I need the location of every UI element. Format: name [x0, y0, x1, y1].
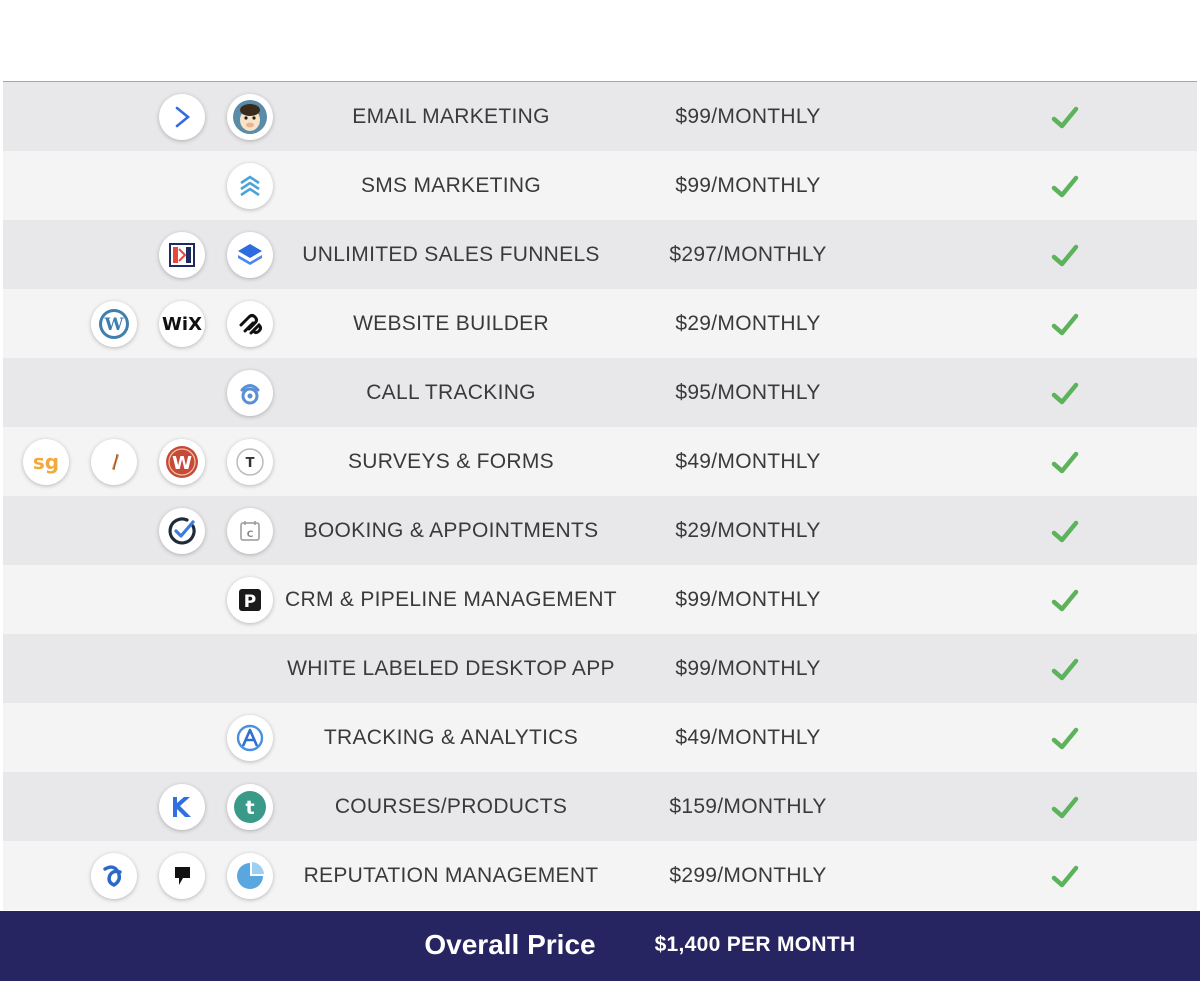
row-icons: [3, 220, 283, 289]
check-icon: [1051, 658, 1079, 681]
layers-icon: [227, 232, 273, 278]
check-icon: [1051, 382, 1079, 405]
feature-price: $49/MONTHLY: [675, 449, 821, 473]
activecampaign-icon: [159, 94, 205, 140]
teachable-icon: t: [227, 784, 273, 830]
table-row: C BOOKING & APPOINTMENTS $29/MONTHLY: [3, 496, 1197, 565]
table-row: SMS MARKETING $99/MONTHLY: [3, 151, 1197, 220]
table-row: W WiX WEBSITE BUILDER $29/MONTHLY: [3, 289, 1197, 358]
feature-price: $99/MONTHLY: [675, 587, 821, 611]
table-row: TRACKING & ANALYTICS $49/MONTHLY: [3, 703, 1197, 772]
overall-price-label: Overall Price: [424, 929, 596, 960]
analytics-icon: [227, 715, 273, 761]
call-tracking-icon: [227, 370, 273, 416]
wufoo-icon: W: [159, 439, 205, 485]
feature-price: $95/MONTHLY: [675, 380, 821, 404]
table-row: P CRM & PIPELINE MANAGEMENT $99/MONTHLY: [3, 565, 1197, 634]
reputation-icon: [227, 853, 273, 899]
teachable-letter: t: [245, 797, 254, 819]
squarespace-icon: [227, 301, 273, 347]
typeform-letter: T: [246, 456, 255, 471]
feature-name: WEBSITE BUILDER: [353, 311, 549, 335]
birdeye-icon: [91, 853, 137, 899]
pipedrive-icon: P: [227, 577, 273, 623]
feature-name: SMS MARKETING: [360, 173, 542, 197]
table-row: REPUTATION MANAGEMENT $299/MONTHLY: [3, 841, 1197, 910]
table-row: UNLIMITED SALES FUNNELS $297/MONTHLY: [3, 220, 1197, 289]
wix-icon: WiX: [159, 301, 205, 347]
table-row: CALL TRACKING $95/MONTHLY: [3, 358, 1197, 427]
feature-price: $49/MONTHLY: [675, 725, 821, 749]
row-icons: [3, 82, 283, 151]
check-icon: [1051, 175, 1079, 198]
check-icon: [1051, 520, 1079, 543]
row-icons: t: [3, 772, 283, 841]
table-row: EMAIL MARKETING $99/MONTHLY: [3, 82, 1197, 151]
table-row: sg W T SURVEYS & FORMS $49/MONTHLY: [3, 427, 1197, 496]
feature-price: $99/MONTHLY: [675, 104, 821, 128]
row-icons: [3, 841, 283, 910]
feature-price: $99/MONTHLY: [675, 656, 821, 680]
feature-name: WHITE LABELED DESKTOP APP: [287, 656, 615, 680]
check-icon: [1051, 244, 1079, 267]
feature-price: $29/MONTHLY: [675, 311, 821, 335]
row-icons: [3, 151, 283, 220]
feature-name: EMAIL MARKETING: [352, 104, 550, 128]
svg-text:W: W: [103, 315, 124, 335]
check-icon: [1051, 865, 1079, 888]
feature-name: TRACKING & ANALYTICS: [323, 725, 579, 749]
calendly-letter: C: [247, 530, 254, 540]
row-icons: [3, 634, 283, 703]
row-icons: sg W T: [3, 427, 283, 496]
check-icon: [1051, 313, 1079, 336]
pricing-table: EMAIL MARKETING $99/MONTHLY SMS MARKETIN…: [3, 81, 1197, 910]
feature-price: $299/MONTHLY: [669, 863, 827, 887]
check-icon: [1051, 589, 1079, 612]
row-icons: P: [3, 565, 283, 634]
table-row: t COURSES/PRODUCTS $159/MONTHLY: [3, 772, 1197, 841]
row-icons: C: [3, 496, 283, 565]
row-icons: [3, 358, 283, 427]
feature-name: UNLIMITED SALES FUNNELS: [302, 242, 600, 266]
check-icon: [1051, 796, 1079, 819]
mailchimp-icon: [227, 94, 273, 140]
calendly-icon: C: [227, 508, 273, 554]
check-icon: [1051, 451, 1079, 474]
feature-name: SURVEYS & FORMS: [348, 449, 554, 473]
check-icon: [1051, 106, 1079, 129]
feature-price: $297/MONTHLY: [669, 242, 827, 266]
formstack-icon: [91, 439, 137, 485]
podium-icon: [159, 853, 205, 899]
overall-price-total: $1,400 PER MONTH: [654, 933, 856, 956]
kajabi-icon: [159, 784, 205, 830]
pipedrive-letter: P: [244, 592, 256, 612]
row-icons: W WiX: [3, 289, 283, 358]
sms-platform-icon: [227, 163, 273, 209]
wordpress-icon: W: [91, 301, 137, 347]
table-row: WHITE LABELED DESKTOP APP $99/MONTHLY: [3, 634, 1197, 703]
typeform-icon: T: [227, 439, 273, 485]
feature-name: CRM & PIPELINE MANAGEMENT: [285, 587, 617, 611]
row-icons: [3, 703, 283, 772]
feature-price: $99/MONTHLY: [675, 173, 821, 197]
check-icon: [1051, 727, 1079, 750]
feature-name: COURSES/PRODUCTS: [334, 794, 568, 818]
feature-price: $159/MONTHLY: [669, 794, 827, 818]
feature-name: BOOKING & APPOINTMENTS: [303, 518, 599, 542]
clickfunnels-icon: [159, 232, 205, 278]
feature-name: REPUTATION MANAGEMENT: [303, 863, 599, 887]
feature-price: $29/MONTHLY: [675, 518, 821, 542]
surveygizmo-icon: sg: [23, 439, 69, 485]
feature-name: CALL TRACKING: [366, 380, 536, 404]
overall-price-bar: Overall Price $1,400 PER MONTH: [0, 911, 1200, 981]
wufoo-letter: W: [172, 453, 192, 474]
acuity-icon: [159, 508, 205, 554]
